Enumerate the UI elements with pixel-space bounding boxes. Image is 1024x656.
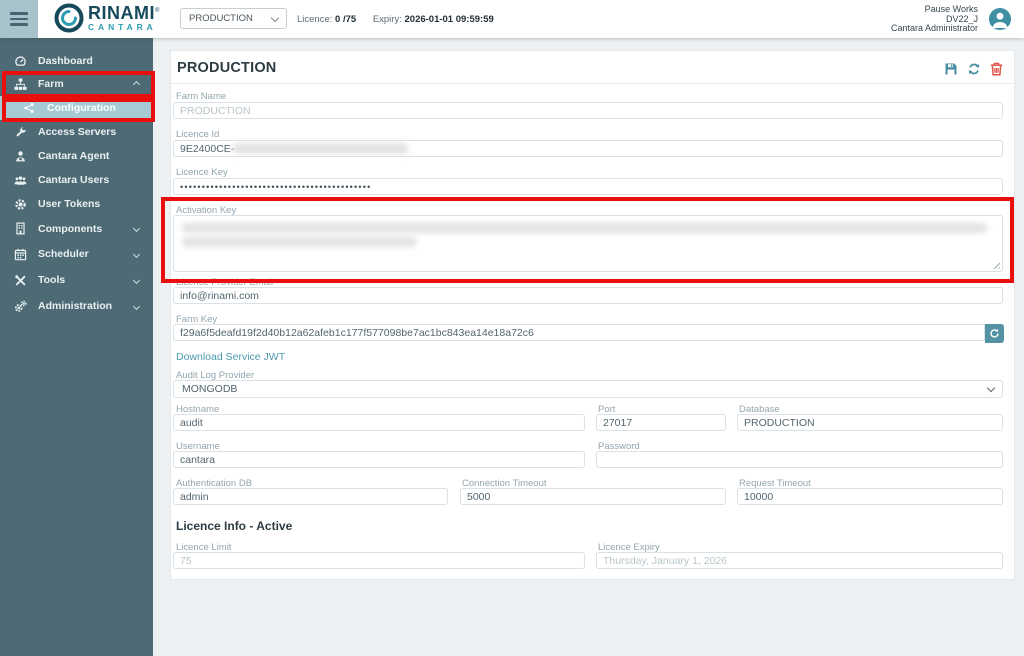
sidebar-nav: Dashboard Farm Configuration Access Serv…	[0, 38, 153, 656]
delete-icon[interactable]	[990, 62, 1003, 76]
wrench-icon	[13, 125, 27, 139]
chevron-down-icon	[271, 13, 279, 21]
sidebar-item-label: Administration	[38, 300, 112, 312]
user-avatar-button[interactable]	[989, 8, 1011, 30]
refresh-icon[interactable]	[967, 62, 981, 76]
agent-icon	[13, 149, 27, 163]
building-icon	[13, 222, 27, 236]
sidebar-item-cantara-users[interactable]: Cantara Users	[0, 168, 153, 192]
activation-key-redaction	[182, 223, 987, 233]
regenerate-farm-key-button[interactable]	[985, 324, 1004, 343]
expiry-label: Expiry:	[373, 14, 402, 25]
logo-line2: CANTARA	[88, 23, 160, 32]
connection-timeout-input[interactable]	[460, 488, 726, 505]
user-info: Pause Works DV22_J Cantara Administrator	[891, 5, 978, 34]
page-title: PRODUCTION	[177, 60, 276, 76]
sidebar-item-label: Components	[38, 223, 102, 235]
download-service-jwt-link[interactable]: Download Service JWT	[176, 351, 285, 363]
sidebar-item-configuration[interactable]: Configuration	[0, 96, 153, 120]
database-input[interactable]	[737, 414, 1003, 431]
farm-name-label: Farm Name	[176, 91, 226, 102]
tools-icon	[13, 273, 27, 287]
username-input[interactable]	[173, 451, 585, 468]
chevron-down-icon	[133, 250, 140, 257]
resize-handle-icon[interactable]	[991, 260, 1000, 269]
gear-icon	[13, 197, 27, 211]
calendar-icon	[13, 247, 27, 261]
sidebar-item-administration[interactable]: Administration	[0, 293, 153, 319]
chevron-down-icon	[133, 225, 140, 232]
sidebar-item-tools[interactable]: Tools	[0, 267, 153, 293]
licence-id-label: Licence Id	[176, 129, 219, 140]
expiry-value: 2026-01-01 09:59:59	[405, 14, 494, 25]
sidebar-item-label: Dashboard	[38, 55, 93, 67]
sidebar-item-label: Configuration	[47, 102, 116, 114]
logo-line1: RINAMI®	[88, 4, 160, 22]
audit-log-provider-value: MONGODB	[182, 383, 237, 395]
hamburger-menu-button[interactable]	[0, 0, 38, 38]
licence-label: Licence:	[297, 14, 332, 25]
farm-configuration-panel: PRODUCTION Farm Name Licence Id Licence …	[170, 50, 1015, 580]
licence-key-label: Licence Key	[176, 167, 228, 178]
users-icon	[13, 173, 27, 187]
licence-info-heading: Licence Info - Active	[176, 519, 292, 533]
sidebar-item-label: Access Servers	[38, 126, 116, 138]
share-icon	[22, 101, 36, 115]
password-input[interactable]	[596, 451, 1003, 468]
activation-key-textarea[interactable]	[173, 215, 1003, 272]
dashboard-icon	[13, 54, 27, 68]
sidebar-item-user-tokens[interactable]: User Tokens	[0, 192, 153, 216]
farm-selector-dropdown[interactable]: PRODUCTION	[180, 8, 287, 29]
farm-name-input	[173, 102, 1003, 119]
licence-limit-input	[173, 552, 585, 569]
save-icon[interactable]	[944, 62, 958, 76]
activation-key-redaction	[182, 237, 417, 247]
sidebar-item-label: Scheduler	[38, 248, 89, 260]
audit-log-provider-select[interactable]: MONGODB	[173, 380, 1003, 398]
app-root: RINAMI® CANTARA PRODUCTION Licence: 0 /7…	[0, 0, 1024, 656]
gears-icon	[13, 299, 27, 313]
card-actions	[944, 62, 1003, 76]
sidebar-item-farm[interactable]: Farm	[0, 72, 153, 96]
divider	[171, 83, 1014, 84]
chevron-up-icon	[133, 80, 140, 87]
port-input[interactable]	[596, 414, 726, 431]
sidebar-item-label: User Tokens	[38, 198, 100, 210]
hostname-input[interactable]	[173, 414, 585, 431]
topbar: RINAMI® CANTARA PRODUCTION Licence: 0 /7…	[0, 0, 1024, 38]
farm-key-input[interactable]	[173, 324, 985, 341]
farm-selector-value: PRODUCTION	[189, 13, 253, 24]
rinami-logo-icon	[53, 2, 85, 34]
chevron-down-icon	[987, 384, 995, 392]
licence-summary: Licence: 0 /75 Expiry: 2026-01-01 09:59:…	[297, 14, 494, 25]
chevron-down-icon	[133, 276, 140, 283]
sidebar-item-label: Cantara Users	[38, 174, 109, 186]
sidebar-item-scheduler[interactable]: Scheduler	[0, 241, 153, 267]
registered-mark: ®	[155, 8, 160, 14]
authentication-db-input[interactable]	[173, 488, 448, 505]
sidebar-item-access-servers[interactable]: Access Servers	[0, 120, 153, 144]
licence-expiry-input	[596, 552, 1003, 569]
person-icon	[989, 8, 1011, 30]
licence-key-input[interactable]	[173, 178, 1003, 195]
sidebar-item-label: Cantara Agent	[38, 150, 109, 162]
sidebar-item-dashboard[interactable]: Dashboard	[0, 50, 153, 72]
chevron-down-icon	[133, 302, 140, 309]
sidebar-item-label: Tools	[38, 274, 65, 286]
sidebar-item-label: Farm	[38, 78, 64, 90]
licence-provider-email-input[interactable]	[173, 287, 1003, 304]
hamburger-icon	[10, 12, 28, 15]
licence-value: 0 /75	[335, 14, 356, 25]
refresh-icon	[989, 328, 1000, 339]
request-timeout-input[interactable]	[737, 488, 1003, 505]
sitemap-icon	[13, 77, 27, 91]
brand-logo: RINAMI® CANTARA	[53, 2, 160, 34]
licence-id-redaction	[233, 143, 408, 154]
sidebar-item-components[interactable]: Components	[0, 216, 153, 241]
sidebar-item-cantara-agent[interactable]: Cantara Agent	[0, 144, 153, 168]
user-role: Cantara Administrator	[891, 24, 978, 34]
